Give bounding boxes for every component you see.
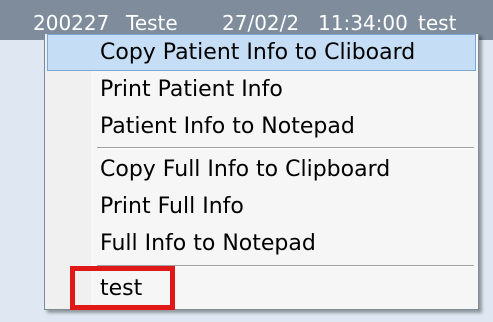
menu-item-patient-info-notepad[interactable]: Patient Info to Notepad — [47, 108, 476, 145]
menu-item-label: Print Patient Info — [100, 77, 283, 102]
menu-item-label: Full Info to Notepad — [100, 231, 316, 256]
cell-user: test — [418, 11, 457, 35]
cell-name: Teste — [126, 11, 178, 35]
menu-item-copy-full-info[interactable]: Copy Full Info to Clipboard — [47, 151, 476, 188]
menu-separator — [97, 147, 474, 149]
cell-id: 200227 — [33, 11, 110, 35]
menu-item-full-info-notepad[interactable]: Full Info to Notepad — [47, 225, 476, 262]
menu-item-label: Print Full Info — [100, 194, 244, 219]
menu-item-print-full-info[interactable]: Print Full Info — [47, 188, 476, 225]
cell-time: 11:34:00 — [318, 11, 408, 35]
menu-item-label: Copy Patient Info to Cliboard — [100, 40, 416, 65]
menu-item-copy-patient-info[interactable]: Copy Patient Info to Cliboard — [47, 34, 476, 71]
annotation-highlight-box — [70, 266, 175, 310]
menu-item-label: Copy Full Info to Clipboard — [100, 157, 391, 182]
cell-date: 27/02/2 — [222, 11, 300, 35]
menu-item-label: Patient Info to Notepad — [100, 114, 355, 139]
menu-item-print-patient-info[interactable]: Print Patient Info — [47, 71, 476, 108]
